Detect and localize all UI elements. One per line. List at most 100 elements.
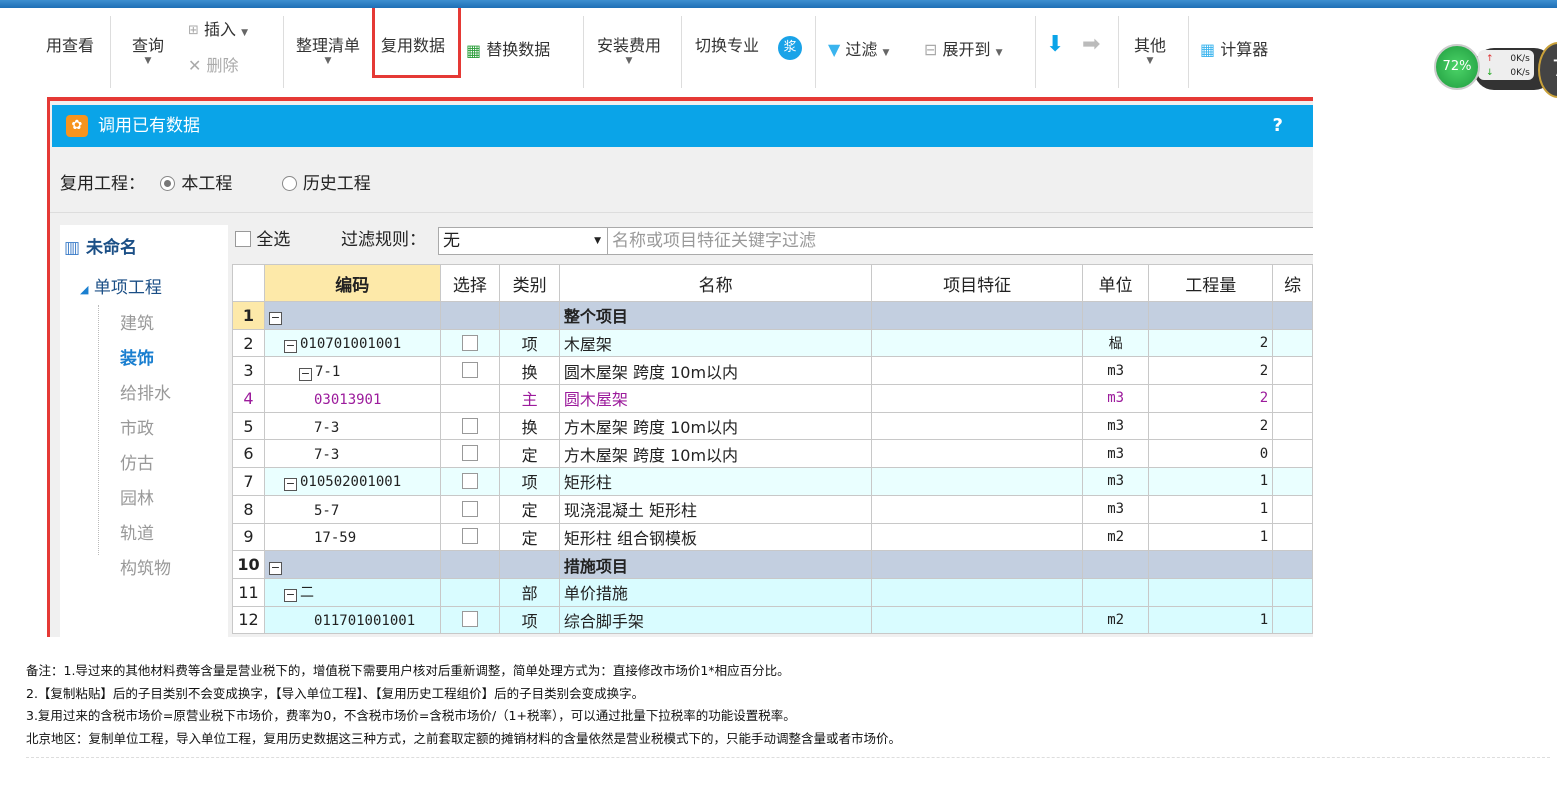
- install-fee-button[interactable]: 安装费用 ▼: [597, 32, 661, 66]
- table-row[interactable]: 2−010701001001 项木屋架榀 2: [232, 328, 1313, 358]
- cpu-usage-gauge: 72%: [1434, 44, 1480, 90]
- table-row[interactable]: 12 011701001001 项综合脚手架 m2 1: [232, 605, 1313, 635]
- name-cell: 矩形柱 组合钢模板: [558, 522, 873, 552]
- select-all-checkbox[interactable]: 全选: [235, 225, 290, 250]
- help-button[interactable]: ?: [1273, 105, 1283, 147]
- column-header[interactable]: 选择: [439, 264, 501, 302]
- row-number: 12: [232, 605, 265, 635]
- select-cell[interactable]: [439, 467, 501, 496]
- type-cell: 换: [499, 356, 560, 386]
- type-cell: 定: [499, 522, 560, 552]
- code-cell: 03013901: [263, 384, 441, 413]
- calculator-button[interactable]: ▦ 计算器: [1200, 36, 1268, 60]
- table-row[interactable]: 10− 措施项目: [232, 550, 1313, 579]
- tree-item[interactable]: 园林: [120, 484, 154, 509]
- name-cell: 方木屋架 跨度 10m以内: [558, 439, 873, 469]
- checkbox-icon[interactable]: [461, 334, 478, 351]
- expand-to-button[interactable]: ⊟ 展开到 ▼: [924, 36, 1003, 60]
- checkbox-icon[interactable]: [461, 417, 478, 434]
- code-text: 011701001001: [313, 613, 416, 630]
- tree-group[interactable]: ◢ 单项工程: [80, 273, 162, 298]
- code-text: 03013901: [313, 391, 382, 408]
- keyword-filter-input[interactable]: 名称或项目特征关键字过滤: [607, 227, 1313, 255]
- checkbox-icon[interactable]: [461, 362, 478, 379]
- filter-button[interactable]: ▼ 过滤 ▼: [828, 36, 889, 60]
- tree-root[interactable]: ▥ 未命名: [64, 233, 137, 258]
- tree-item[interactable]: 构筑物: [120, 554, 171, 579]
- column-header[interactable]: 综: [1272, 264, 1313, 302]
- filter-rule-select[interactable]: 无 ▼: [438, 227, 608, 255]
- view-button[interactable]: 用查看: [46, 32, 94, 56]
- select-cell[interactable]: [439, 605, 501, 635]
- switch-major-button[interactable]: 切换专业: [695, 32, 759, 56]
- type-cell: 项: [499, 328, 560, 358]
- table-row[interactable]: 11− 二部单价措施: [232, 577, 1313, 607]
- query-label: 查询: [132, 36, 165, 55]
- table-row[interactable]: 7−010502001001 项矩形柱 m3 1: [232, 467, 1313, 496]
- note-line: 备注：1.导过来的其他材料费等含量是营业税下的，增值税下需要用户核对后重新调整，…: [26, 663, 790, 678]
- select-cell[interactable]: [439, 411, 501, 441]
- slurry-button[interactable]: 浆: [778, 36, 802, 60]
- radio-history-project[interactable]: 历史工程: [281, 174, 371, 194]
- tree-item[interactable]: 给排水: [120, 379, 171, 404]
- select-cell[interactable]: [439, 494, 501, 524]
- table-row[interactable]: 9 17-59 定矩形柱 组合钢模板 m2 1: [232, 522, 1313, 552]
- table-row[interactable]: 5 7-3 换方木屋架 跨度 10m以内 m3 2: [232, 411, 1313, 441]
- other-button[interactable]: 其他 ▼: [1134, 32, 1166, 66]
- query-button[interactable]: 查询 ▼: [132, 32, 164, 66]
- table-row[interactable]: 8 5-7 定现浇混凝土 矩形柱 m3 1: [232, 494, 1313, 524]
- organize-button[interactable]: 整理清单 ▼: [296, 32, 360, 66]
- column-header[interactable]: 工程量: [1148, 264, 1274, 302]
- select-cell[interactable]: [439, 356, 501, 386]
- table-row[interactable]: 1− 整个项目: [232, 301, 1313, 330]
- insert-button[interactable]: ⊞ 插入 ▼: [188, 16, 248, 40]
- move-down-button[interactable]: ⬇: [1046, 32, 1064, 57]
- replace-data-button[interactable]: ▦ 替换数据: [466, 36, 550, 60]
- column-header[interactable]: 项目特征: [871, 264, 1083, 302]
- collapse-icon[interactable]: −: [283, 340, 297, 354]
- insert-icon: ⊞: [188, 23, 199, 38]
- collapse-icon[interactable]: −: [268, 312, 282, 326]
- chevron-down-icon: ▼: [241, 28, 249, 38]
- tree-item[interactable]: 轨道: [120, 519, 154, 544]
- checkbox-icon[interactable]: [461, 528, 478, 545]
- move-right-button[interactable]: ➡: [1082, 32, 1100, 57]
- code-cell: 17-59: [263, 522, 441, 552]
- dialog-title: 调用已有数据: [98, 116, 200, 136]
- tree-item[interactable]: 建筑: [120, 309, 154, 334]
- checkbox-icon[interactable]: [461, 472, 478, 489]
- quantity-cell: [1148, 301, 1274, 330]
- select-cell[interactable]: [439, 522, 501, 552]
- column-header[interactable]: 名称: [558, 264, 873, 302]
- table-row[interactable]: 4 03013901 主圆木屋架 m3 2: [232, 384, 1313, 413]
- tree-item[interactable]: 仿古: [120, 449, 154, 474]
- reuse-project-row: 复用工程： 本工程 历史工程: [60, 169, 371, 194]
- column-header[interactable]: 编码: [263, 264, 441, 302]
- code-cell: 5-7: [263, 494, 441, 524]
- column-header[interactable]: 单位: [1081, 264, 1150, 302]
- select-cell[interactable]: [439, 328, 501, 358]
- checkbox-icon[interactable]: [461, 500, 478, 517]
- checkbox-icon[interactable]: [461, 445, 478, 462]
- radio-current-project[interactable]: 本工程: [160, 174, 232, 194]
- delete-button[interactable]: ✕ 删除: [188, 52, 239, 76]
- checkbox-icon[interactable]: [461, 611, 478, 628]
- feature-cell: [871, 328, 1083, 358]
- collapse-icon[interactable]: −: [283, 589, 297, 603]
- collapse-icon[interactable]: −: [268, 561, 282, 575]
- column-header[interactable]: 类别: [499, 264, 560, 302]
- type-cell: 定: [499, 494, 560, 524]
- collapse-icon[interactable]: −: [298, 367, 312, 381]
- select-cell[interactable]: [439, 439, 501, 469]
- column-header[interactable]: [232, 264, 265, 302]
- divider: [50, 212, 1313, 213]
- reuse-label: 复用工程：: [60, 174, 145, 194]
- table-row[interactable]: 6 7-3 定方木屋架 跨度 10m以内 m3 0: [232, 439, 1313, 469]
- reuse-data-button[interactable]: 复用数据: [381, 32, 445, 56]
- tree-item-active[interactable]: 装饰: [120, 344, 154, 369]
- table-row[interactable]: 3−7-1 换圆木屋架 跨度 10m以内 m3 2: [232, 356, 1313, 386]
- building-icon: ▥: [64, 238, 81, 258]
- tree-item[interactable]: 市政: [120, 414, 154, 439]
- select-cell: [439, 577, 501, 607]
- collapse-icon[interactable]: −: [283, 478, 297, 492]
